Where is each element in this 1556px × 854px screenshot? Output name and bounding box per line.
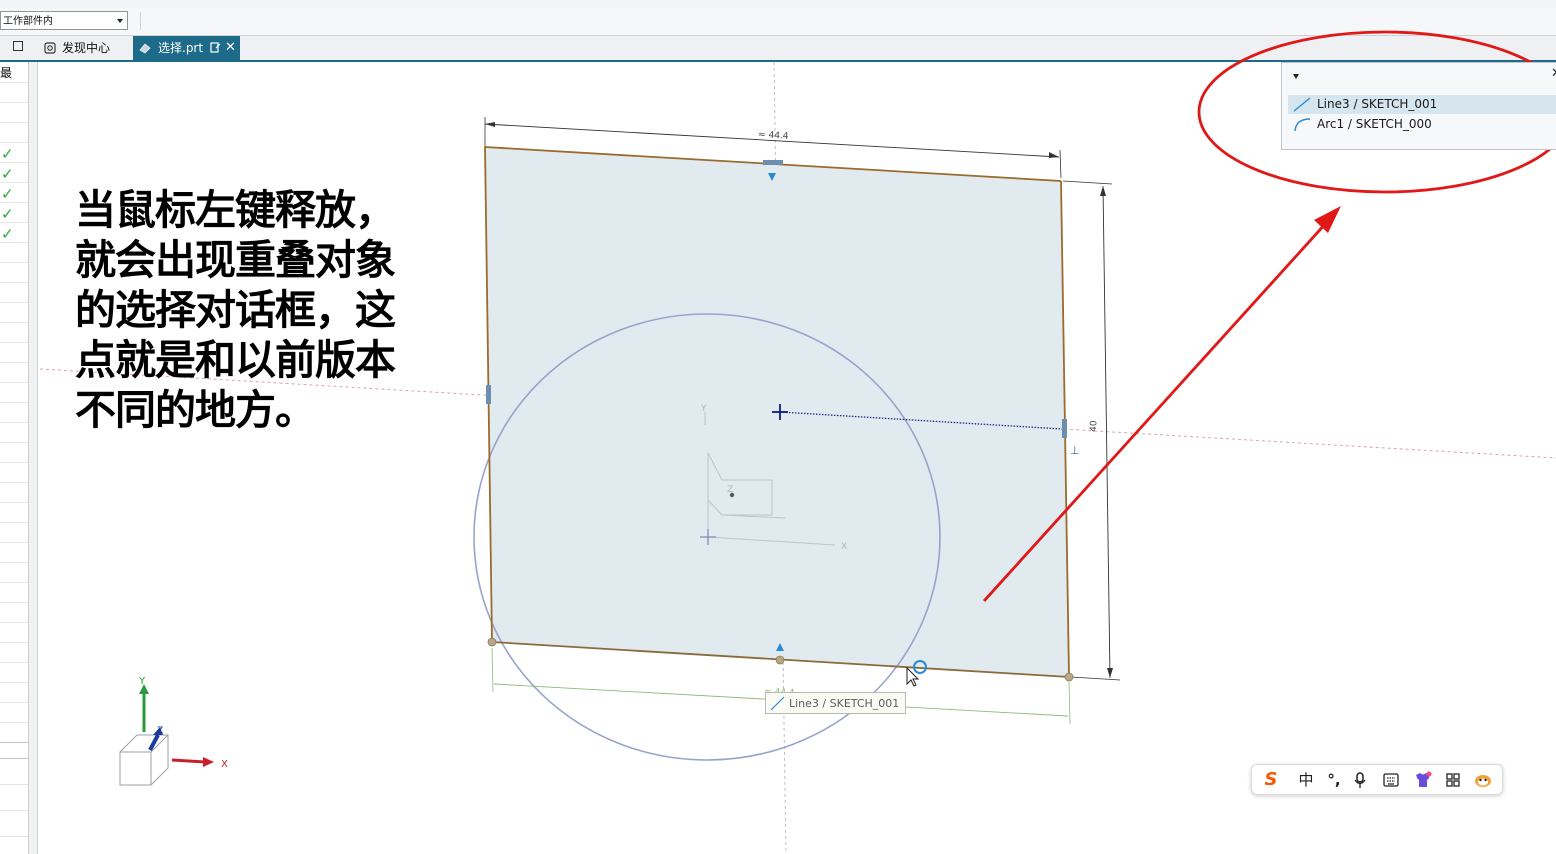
preselection-tooltip: Line3 / SKETCH_001 (765, 692, 906, 714)
triad-y-label: Y (138, 676, 146, 687)
perpendicular-constraint-icon: ⊥ (1070, 444, 1080, 457)
skin-icon[interactable] (1414, 771, 1432, 789)
annotation-line: 就会出现重叠对象 (75, 236, 396, 284)
datum-axis-y-label: Y (700, 404, 707, 414)
dimension-arrow (1049, 152, 1059, 158)
quickpick-dialog: ✕ Line3 / SKETCH_001 Arc1 / SKETCH_000 (1281, 62, 1556, 150)
apps-grid-icon[interactable] (1446, 773, 1460, 787)
dimension-extension (1070, 676, 1121, 681)
sogou-logo-icon[interactable]: S (1260, 769, 1282, 791)
chinese-mode-icon[interactable]: 中 (1294, 769, 1318, 791)
annotation-line: 不同的地方。 (75, 386, 316, 434)
quickpick-item-label: Arc1 / SKETCH_000 (1317, 117, 1432, 131)
mascot-icon[interactable] (1474, 772, 1492, 788)
ime-toolbar: S 中 °, (1251, 764, 1503, 795)
datum-axis-x-label: X (841, 542, 847, 552)
datum-origin-point (729, 492, 735, 498)
annotation-line: 的选择对话框，这 (75, 286, 396, 334)
annotation-line: 当鼠标左键释放， (75, 186, 396, 234)
dimension-top-value[interactable]: ≈ 44.4 (758, 130, 789, 142)
dimension-arrow (1100, 186, 1106, 196)
dimension-extension (1062, 180, 1113, 185)
dimension-arrow (1107, 668, 1113, 678)
keyboard-icon[interactable] (1383, 773, 1399, 787)
annotation-line: 点就是和以前版本 (75, 336, 396, 384)
microphone-icon[interactable] (1353, 772, 1367, 789)
quickpick-item[interactable]: Arc1 / SKETCH_000 (1288, 115, 1556, 134)
punctuation-icon[interactable]: °, (1324, 769, 1344, 791)
tooltip-label: Line3 / SKETCH_001 (789, 697, 900, 710)
line-icon (1293, 97, 1311, 112)
line-icon (770, 696, 785, 711)
annotation-arrowhead (1314, 206, 1341, 233)
midpoint-handle[interactable] (1062, 419, 1067, 438)
sketch-corner-point[interactable] (1064, 672, 1074, 682)
sketch-corner-point[interactable] (487, 637, 497, 647)
dimension-right-value[interactable]: 40 (1089, 420, 1099, 432)
arc-icon (1294, 118, 1311, 132)
triad-x-label: X (221, 759, 228, 770)
quickpick-item[interactable]: Line3 / SKETCH_001 (1288, 95, 1556, 114)
midpoint-handle[interactable] (486, 385, 491, 404)
dimension-extension (491, 647, 494, 693)
dimension-extension (1059, 149, 1062, 179)
dimension-extension (1068, 681, 1071, 725)
triad-z-label: Z (157, 726, 163, 736)
midpoint-handle[interactable] (763, 160, 783, 165)
chevron-down-icon[interactable] (1293, 74, 1299, 79)
view-triad (119, 684, 214, 786)
annotation-text: 当鼠标左键释放， 就会出现重叠对象 的选择对话框，这 点就是和以前版本 不同的地… (75, 185, 455, 435)
close-icon[interactable]: ✕ (1551, 66, 1556, 81)
sketch-midpoint[interactable] (775, 655, 785, 665)
quickpick-item-label: Line3 / SKETCH_001 (1317, 97, 1438, 111)
